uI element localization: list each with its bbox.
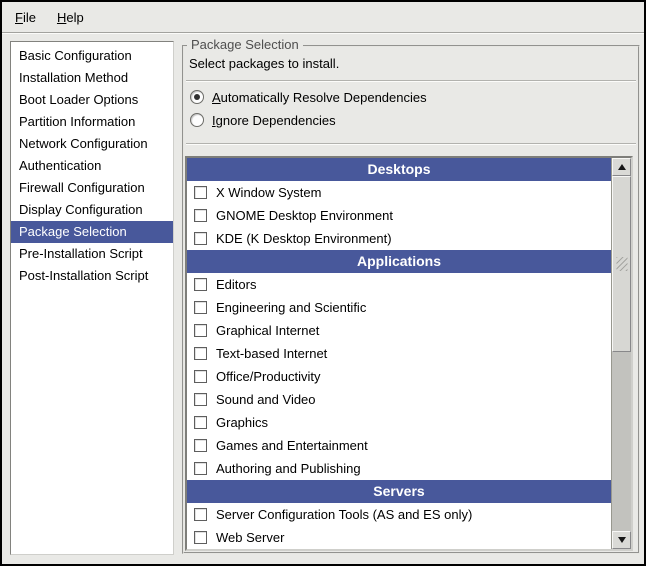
pkg-row-text-based-internet[interactable]: Text-based Internet: [187, 342, 611, 365]
checkbox-icon[interactable]: [194, 439, 207, 452]
sidebar-item-pre-installation-script[interactable]: Pre-Installation Script: [11, 243, 173, 265]
package-list-rows: Desktops X Window System GNOME Desktop E…: [187, 158, 611, 549]
radio-button-icon[interactable]: [190, 113, 204, 127]
pkg-label: KDE (K Desktop Environment): [216, 231, 392, 246]
pkg-label: Engineering and Scientific: [216, 300, 366, 315]
group-title: Package Selection: [187, 37, 303, 53]
checkbox-icon[interactable]: [194, 531, 207, 544]
pkg-label: Editors: [216, 277, 256, 292]
sidebar-item-display-configuration[interactable]: Display Configuration: [11, 199, 173, 221]
separator: [186, 143, 636, 145]
pkg-row-web-server[interactable]: Web Server: [187, 526, 611, 549]
pkg-label: Graphics: [216, 415, 268, 430]
pkg-row-graphical-internet[interactable]: Graphical Internet: [187, 319, 611, 342]
pkg-row-graphics[interactable]: Graphics: [187, 411, 611, 434]
scroll-down-icon: [618, 537, 626, 543]
sidebar-item-post-installation-script[interactable]: Post-Installation Script: [11, 265, 173, 287]
pkg-label: Office/Productivity: [216, 369, 321, 384]
sidebar-item-package-selection[interactable]: Package Selection: [11, 221, 173, 243]
radio-ignore-label: Ignore Dependencies: [212, 113, 336, 128]
pkg-row-office-productivity[interactable]: Office/Productivity: [187, 365, 611, 388]
sidebar-item-partition-information[interactable]: Partition Information: [11, 111, 173, 133]
radio-ignore-dependencies[interactable]: Ignore Dependencies: [190, 111, 336, 129]
checkbox-icon[interactable]: [194, 278, 207, 291]
checkbox-icon[interactable]: [194, 370, 207, 383]
checkbox-icon[interactable]: [194, 416, 207, 429]
sidebar-item-installation-method[interactable]: Installation Method: [11, 67, 173, 89]
checkbox-icon[interactable]: [194, 462, 207, 475]
package-selection-group: Package Selection Select packages to ins…: [182, 45, 640, 554]
scroll-up-button[interactable]: [612, 158, 631, 176]
checkbox-icon[interactable]: [194, 508, 207, 521]
menu-bar: File Help: [2, 2, 644, 33]
pkg-label: Games and Entertainment: [216, 438, 368, 453]
checkbox-icon[interactable]: [194, 324, 207, 337]
pkg-label: Sound and Video: [216, 392, 316, 407]
section-header-applications: Applications: [187, 250, 611, 273]
pkg-row-kde-desktop[interactable]: KDE (K Desktop Environment): [187, 227, 611, 250]
sidebar-item-authentication[interactable]: Authentication: [11, 155, 173, 177]
radio-resolve-dependencies[interactable]: Automatically Resolve Dependencies: [190, 88, 427, 106]
menu-file[interactable]: File: [12, 8, 39, 27]
pkg-label: Text-based Internet: [216, 346, 327, 361]
radio-button-icon[interactable]: [190, 90, 204, 104]
pkg-label: X Window System: [216, 185, 321, 200]
sidebar-item-network-configuration[interactable]: Network Configuration: [11, 133, 173, 155]
checkbox-icon[interactable]: [194, 209, 207, 222]
checkbox-icon[interactable]: [194, 301, 207, 314]
pkg-row-gnome-desktop[interactable]: GNOME Desktop Environment: [187, 204, 611, 227]
menu-file-label: ile: [23, 10, 36, 25]
pkg-label: Web Server: [216, 530, 284, 545]
menu-file-mnemonic: F: [15, 10, 23, 25]
radio-resolve-label: Automatically Resolve Dependencies: [212, 90, 427, 105]
pkg-label: Graphical Internet: [216, 323, 319, 338]
pkg-label: Server Configuration Tools (AS and ES on…: [216, 507, 472, 522]
menu-help-label: elp: [66, 10, 83, 25]
pkg-label: Authoring and Publishing: [216, 461, 361, 476]
scroll-up-icon: [618, 164, 626, 170]
separator: [186, 80, 636, 82]
pkg-row-sound-and-video[interactable]: Sound and Video: [187, 388, 611, 411]
pkg-row-x-window-system[interactable]: X Window System: [187, 181, 611, 204]
scroll-down-button[interactable]: [612, 531, 631, 549]
section-header-servers: Servers: [187, 480, 611, 503]
sidebar-item-basic-configuration[interactable]: Basic Configuration: [11, 45, 173, 67]
menu-help-mnemonic: H: [57, 10, 66, 25]
kickstart-configurator-window: File Help Basic Configuration Installati…: [0, 0, 646, 566]
pkg-row-editors[interactable]: Editors: [187, 273, 611, 296]
vertical-scrollbar[interactable]: [611, 158, 631, 549]
checkbox-icon[interactable]: [194, 186, 207, 199]
checkbox-icon[interactable]: [194, 347, 207, 360]
instruction-text: Select packages to install.: [189, 56, 339, 71]
scrollbar-thumb[interactable]: [612, 176, 631, 352]
section-header-desktops: Desktops: [187, 158, 611, 181]
pkg-row-games-entertainment[interactable]: Games and Entertainment: [187, 434, 611, 457]
sidebar-item-firewall-configuration[interactable]: Firewall Configuration: [11, 177, 173, 199]
scrollbar-track[interactable]: [612, 352, 631, 531]
pkg-row-authoring-publishing[interactable]: Authoring and Publishing: [187, 457, 611, 480]
checkbox-icon[interactable]: [194, 232, 207, 245]
pkg-row-server-configuration-tools[interactable]: Server Configuration Tools (AS and ES on…: [187, 503, 611, 526]
menu-help[interactable]: Help: [54, 8, 87, 27]
checkbox-icon[interactable]: [194, 393, 207, 406]
pkg-row-engineering-scientific[interactable]: Engineering and Scientific: [187, 296, 611, 319]
sidebar-nav: Basic Configuration Installation Method …: [10, 41, 174, 555]
package-list: Desktops X Window System GNOME Desktop E…: [185, 156, 633, 551]
sidebar-item-boot-loader-options[interactable]: Boot Loader Options: [11, 89, 173, 111]
pkg-label: GNOME Desktop Environment: [216, 208, 393, 223]
